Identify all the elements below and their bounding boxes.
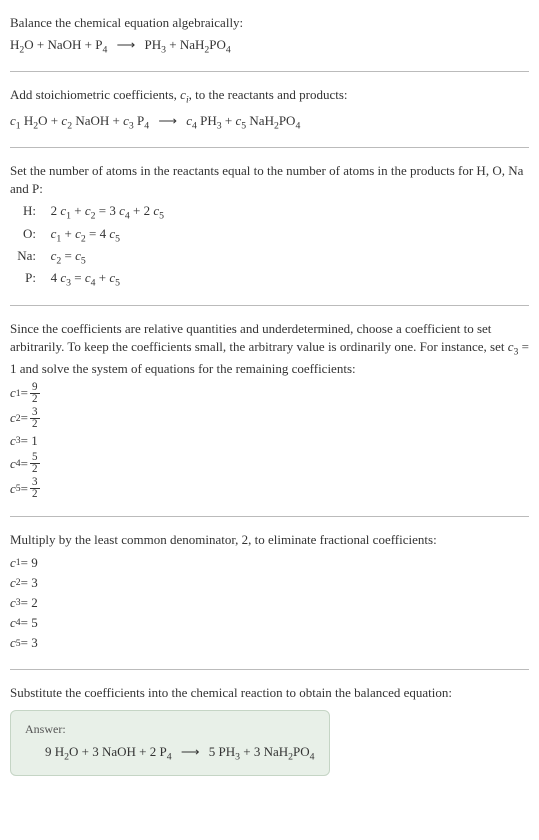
balanced-equation: 9 H2O + 3 NaOH + 2 P4 ⟶ 5 PH3 + 3 NaH2PO… [25,743,315,764]
coef-c4: c4 = 5 [10,614,529,632]
divider [10,71,529,72]
coef-c3: c3 = 1 [10,432,529,450]
intro-text: Balance the chemical equation algebraica… [10,14,529,32]
intro-text: Add stoichiometric coefficients, ci, to … [10,86,529,107]
answer-label: Answer: [25,721,315,738]
divider [10,147,529,148]
intro-text: Multiply by the least common denominator… [10,531,529,549]
intro-text: Substitute the coefficients into the che… [10,684,529,702]
divider [10,669,529,670]
coefficient-equation: c1 H2O + c2 NaOH + c3 P4 ⟶ c4 PH3 + c5 N… [10,112,529,133]
unbalanced-equation: H2O + NaOH + P4 ⟶ PH3 + NaH2PO4 [10,36,529,57]
intro-text: Set the number of atoms in the reactants… [10,162,529,198]
atom-row-o: O: | c1 + c2 = 4 c5 [14,225,529,246]
section-add-coefficients: Add stoichiometric coefficients, ci, to … [10,80,529,138]
atom-row-h: H: | 2 c1 + c2 = 3 c4 + 2 c5 [14,202,529,223]
coef-c2: c2 = 32 [10,407,529,430]
arrow-icon: ⟶ [181,744,200,759]
atom-equations-table: H: | 2 c1 + c2 = 3 c4 + 2 c5 O: | c1 + c… [14,202,529,290]
atom-row-p: P: | 4 c3 = c4 + c5 [14,269,529,290]
atom-row-na: Na: | c2 = c5 [14,247,529,268]
section-atom-equations: Set the number of atoms in the reactants… [10,156,529,297]
section-final-answer: Substitute the coefficients into the che… [10,678,529,782]
intro-text: Since the coefficients are relative quan… [10,320,529,378]
answer-box: Answer: 9 H2O + 3 NaOH + 2 P4 ⟶ 5 PH3 + … [10,710,330,776]
coef-c5: c5 = 3 [10,634,529,652]
coef-c5: c5 = 32 [10,477,529,500]
section-solve-fractional: Since the coefficients are relative quan… [10,314,529,508]
divider [10,305,529,306]
integer-coefficients: c1 = 9 c2 = 3 c3 = 2 c4 = 5 c5 = 3 [10,554,529,653]
coef-c3: c3 = 2 [10,594,529,612]
coef-c1: c1 = 9 [10,554,529,572]
coef-c1: c1 = 92 [10,382,529,405]
section-integer-coefficients: Multiply by the least common denominator… [10,525,529,660]
arrow-icon: ⟶ [158,113,177,128]
coef-c4: c4 = 52 [10,452,529,475]
coef-c2: c2 = 3 [10,574,529,592]
fractional-coefficients: c1 = 92 c2 = 32 c3 = 1 c4 = 52 c5 = 32 [10,382,529,501]
arrow-icon: ⟶ [117,37,136,52]
section-balance-intro: Balance the chemical equation algebraica… [10,8,529,63]
divider [10,516,529,517]
